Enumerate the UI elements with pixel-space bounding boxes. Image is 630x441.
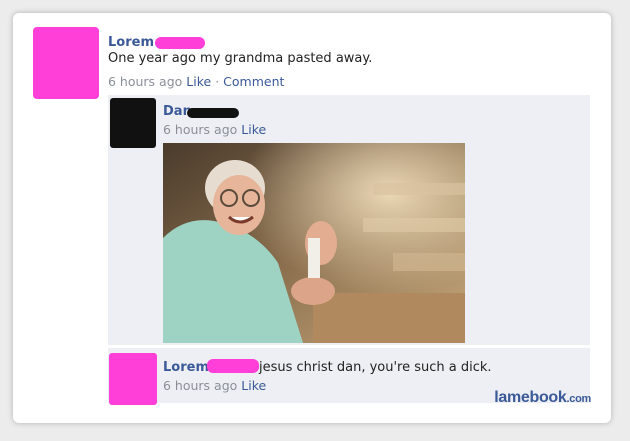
reply-text: jesus christ dan, you're such a dick. [259,360,492,375]
reply-line: Lorem [163,360,209,375]
watermark-suffix: .com [566,393,592,405]
reply-like-link[interactable]: Like [241,378,266,393]
meta-separator: · [215,74,220,89]
post-author-name[interactable]: Lorem [108,35,154,50]
post-timestamp[interactable]: 6 hours ago [108,74,182,89]
watermark-main: lamebook [494,389,567,406]
reply-timestamp[interactable]: 6 hours ago [163,378,237,393]
commenter-surname-redacted [187,108,239,118]
post-card: Lorem One year ago my grandma pasted awa… [13,13,611,423]
reply-avatar-redacted [109,353,157,405]
post-text: One year ago my grandma pasted away. [108,51,373,66]
reply-author-link[interactable]: Lorem [163,360,209,375]
post-author-link[interactable]: Lorem [108,35,154,50]
comment-link[interactable]: Comment [223,74,284,89]
post-meta: 6 hours ago Like · Comment [108,74,284,89]
comment-photo[interactable] [163,143,465,343]
comment-meta: 6 hours ago Like [163,122,266,137]
lamebook-watermark: lamebook.com [494,389,591,407]
commenter-avatar-redacted [110,98,156,148]
grandma-photo-illustration [163,143,465,343]
author-surname-redacted [155,37,205,49]
avatar-redacted [33,27,99,99]
like-link[interactable]: Like [186,74,211,89]
reply-surname-redacted [207,359,259,373]
comment-like-link[interactable]: Like [241,122,266,137]
comment-timestamp[interactable]: 6 hours ago [163,122,237,137]
reply-meta: 6 hours ago Like [163,378,266,393]
